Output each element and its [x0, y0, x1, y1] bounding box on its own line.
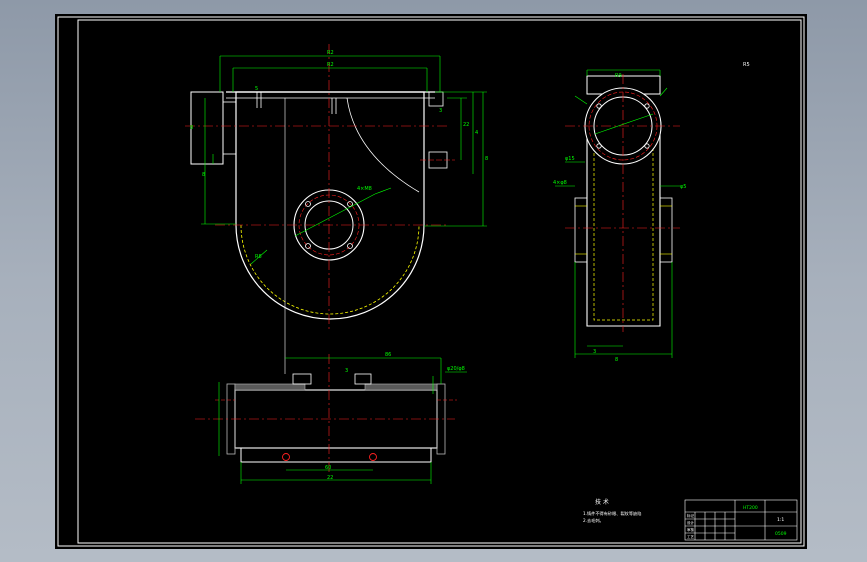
side-left-boss [574, 197, 588, 263]
front-dim-left-lower: 8 [202, 172, 205, 178]
front-bolt-hole [305, 243, 311, 249]
drawing-sheet: R2 R2 8 8 22 4 8 R8 4×M8 5 3 R9 3 8 φ15 … [55, 14, 807, 549]
bottom-boss-left [292, 373, 312, 385]
cad-drawing: R2 R2 8 8 22 4 8 R8 4×M8 5 3 R9 3 8 φ15 … [57, 16, 805, 547]
bottom-top-plate-right [364, 383, 438, 391]
front-dim-small-1: 5 [255, 86, 258, 92]
front-bolt-hole [347, 201, 353, 207]
side-dim-top: R9 [615, 73, 622, 79]
front-dim-right-a: 22 [463, 122, 469, 128]
title-row-label: 设计 [687, 520, 695, 525]
title-row-label: 审核 [687, 527, 695, 532]
front-dim-top-outer: R2 [327, 50, 334, 56]
bottom-hole-left [282, 453, 290, 461]
front-bolt-hole [305, 201, 311, 207]
side-right-boss [659, 197, 673, 263]
title-scale: 1:1 [777, 517, 784, 523]
bottom-dim-top: 86 [385, 352, 391, 358]
title-material: HT200 [743, 505, 758, 511]
title-drawing-no: 0509 [775, 531, 787, 537]
front-dim-radius: R8 [255, 254, 262, 260]
front-right-boss-top [428, 91, 444, 107]
notes-line-1: 1.铸件不得有砂眼、裂纹等缺陷 [583, 510, 641, 517]
front-dim-small-2: 3 [439, 108, 442, 114]
front-dim-flange: 4×M8 [357, 186, 372, 192]
front-dim-top-inner: R2 [327, 62, 334, 68]
side-dim-left-tag: φ15 [565, 156, 575, 162]
technical-notes: 技 术 1.铸件不得有砂眼、裂纹等缺陷 2.去毛刺。 [583, 498, 641, 524]
bottom-dim-inner: 60 [325, 465, 331, 471]
front-dim-right-total: 8 [485, 156, 488, 162]
side-view: R9 3 8 φ15 φ5 4×φ8 R5 [553, 62, 750, 363]
title-row-label: 标记 [687, 513, 695, 518]
bottom-dim-small: 3 [345, 368, 348, 374]
front-bolt-hole [347, 243, 353, 249]
bottom-base [240, 447, 432, 463]
notes-line-2: 2.去毛刺。 [583, 517, 604, 524]
bottom-dim-right-tag: φ20/φ8 [447, 366, 465, 372]
front-left-flange [190, 91, 224, 165]
title-row-label: 工艺 [687, 534, 695, 539]
front-internal-curve [346, 97, 420, 193]
front-dim-right-b: 4 [475, 130, 478, 136]
front-inner-contour [240, 224, 420, 315]
front-view: R2 R2 8 8 22 4 8 R8 4×M8 5 3 [185, 44, 488, 374]
front-dim-left-height: 8 [190, 125, 193, 131]
bottom-boss-right [354, 373, 372, 385]
bottom-dim-total: 22 [327, 475, 333, 481]
side-inner-contour [593, 138, 654, 321]
side-corner-note: R5 [743, 62, 750, 68]
front-left-flange-neck [222, 101, 237, 155]
inner-border [77, 19, 802, 544]
bottom-view: 86 60 22 φ20/φ8 3 [195, 352, 467, 484]
bottom-top-plate-left [234, 383, 306, 391]
side-dim-bottom-total: 8 [615, 357, 618, 363]
side-dim-left-tag2: 4×φ8 [553, 180, 567, 186]
notes-heading: 技 术 [595, 498, 609, 506]
side-dim-right-tag: φ5 [680, 184, 686, 190]
bottom-hole-right [369, 453, 377, 461]
side-dim-bottom-inner: 3 [593, 349, 596, 355]
